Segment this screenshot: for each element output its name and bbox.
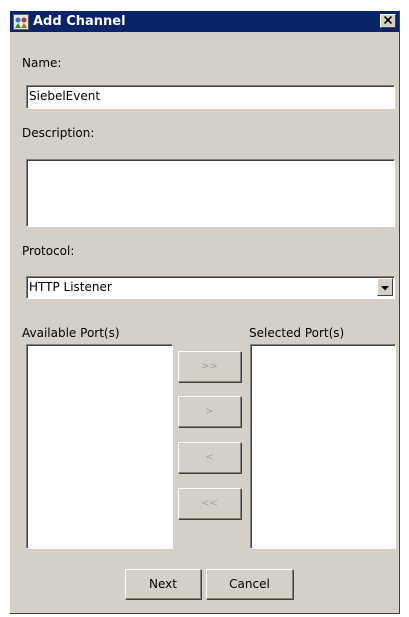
protocol-label: Protocol:	[22, 244, 75, 258]
next-button[interactable]: Next	[125, 569, 201, 599]
move-all-right-button[interactable]: >>	[178, 351, 241, 382]
available-ports-list[interactable]	[26, 344, 173, 549]
close-icon	[383, 15, 393, 27]
add-channel-dialog: Add Channel Name: SiebelEvent Descriptio…	[9, 10, 400, 614]
selected-ports-label: Selected Port(s)	[249, 326, 345, 340]
chevron-down-icon	[381, 280, 389, 294]
cancel-button[interactable]: Cancel	[206, 569, 293, 599]
move-left-button[interactable]: <	[178, 442, 241, 473]
selected-ports-list[interactable]	[250, 344, 396, 549]
move-right-button[interactable]: >	[178, 396, 241, 427]
name-input[interactable]: SiebelEvent	[26, 85, 395, 109]
name-label: Name:	[22, 56, 62, 70]
title-bar[interactable]: Add Channel	[10, 11, 399, 32]
description-label: Description:	[22, 126, 95, 140]
protocol-selected-value: HTTP Listener	[29, 280, 112, 294]
protocol-dropdown-button[interactable]	[377, 278, 393, 296]
dialog-title: Add Channel	[33, 14, 126, 29]
move-all-left-button[interactable]: <<	[178, 488, 241, 519]
available-ports-label: Available Port(s)	[22, 326, 120, 340]
close-button[interactable]	[380, 14, 396, 28]
description-textarea[interactable]	[26, 159, 395, 227]
app-icon	[12, 13, 30, 31]
protocol-select[interactable]: HTTP Listener	[26, 276, 395, 299]
